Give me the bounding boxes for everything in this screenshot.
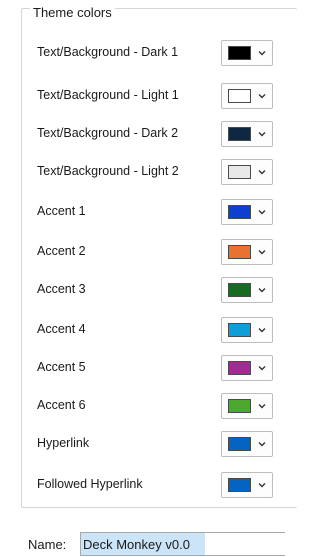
color-swatch xyxy=(228,399,251,413)
chevron-down-icon xyxy=(258,210,266,215)
theme-color-row: Text/Background - Light 1 xyxy=(37,83,287,109)
theme-color-row: Accent 6 xyxy=(37,393,287,419)
theme-color-label: Text/Background - Dark 2 xyxy=(37,126,179,140)
color-swatch xyxy=(228,205,251,219)
color-swatch xyxy=(228,437,251,451)
chevron-down-icon xyxy=(258,366,266,371)
chevron-down-icon xyxy=(258,51,266,56)
theme-color-row: Accent 2 xyxy=(37,239,287,265)
color-swatch xyxy=(228,323,251,337)
color-swatch xyxy=(228,283,251,297)
theme-color-row: Text/Background - Light 2 xyxy=(37,159,287,185)
theme-color-label: Text/Background - Dark 1 xyxy=(37,45,179,59)
chevron-down-icon xyxy=(258,132,266,137)
theme-color-label: Accent 4 xyxy=(37,322,86,336)
color-picker-button[interactable] xyxy=(221,393,273,419)
chevron-down-icon xyxy=(258,170,266,175)
theme-color-row: Text/Background - Dark 1 xyxy=(37,40,287,66)
color-picker-button[interactable] xyxy=(221,121,273,147)
chevron-down-icon xyxy=(258,404,266,409)
color-swatch xyxy=(228,165,251,179)
color-picker-button[interactable] xyxy=(221,40,273,66)
color-picker-button[interactable] xyxy=(221,159,273,185)
color-swatch xyxy=(228,478,251,492)
theme-name-input[interactable] xyxy=(80,532,285,556)
color-swatch xyxy=(228,89,251,103)
chevron-down-icon xyxy=(258,483,266,488)
name-label: Name: xyxy=(28,537,67,552)
color-picker-button[interactable] xyxy=(221,199,273,225)
theme-color-label: Accent 6 xyxy=(37,398,86,412)
color-swatch xyxy=(228,127,251,141)
theme-color-row: Text/Background - Dark 2 xyxy=(37,121,287,147)
color-picker-button[interactable] xyxy=(221,239,273,265)
color-swatch xyxy=(228,245,251,259)
name-row: Name: xyxy=(28,532,285,556)
theme-color-label: Accent 2 xyxy=(37,244,86,258)
theme-color-label: Hyperlink xyxy=(37,436,90,450)
chevron-down-icon xyxy=(258,442,266,447)
theme-color-label: Followed Hyperlink xyxy=(37,477,143,491)
theme-color-row: Hyperlink xyxy=(37,431,287,457)
theme-colors-legend: Theme colors xyxy=(30,5,115,20)
theme-color-label: Accent 1 xyxy=(37,204,86,218)
color-picker-button[interactable] xyxy=(221,277,273,303)
color-swatch xyxy=(228,361,251,375)
color-swatch xyxy=(228,46,251,60)
chevron-down-icon xyxy=(258,328,266,333)
theme-color-row: Accent 1 xyxy=(37,199,287,225)
chevron-down-icon xyxy=(258,250,266,255)
chevron-down-icon xyxy=(258,94,266,99)
theme-color-row: Accent 4 xyxy=(37,317,287,343)
color-picker-button[interactable] xyxy=(221,472,273,498)
theme-color-label: Accent 5 xyxy=(37,360,86,374)
theme-color-label: Accent 3 xyxy=(37,282,86,296)
color-picker-button[interactable] xyxy=(221,83,273,109)
theme-color-row: Followed Hyperlink xyxy=(37,472,287,498)
chevron-down-icon xyxy=(258,288,266,293)
theme-color-row: Accent 5 xyxy=(37,355,287,381)
theme-color-label: Text/Background - Light 2 xyxy=(37,164,179,178)
color-picker-button[interactable] xyxy=(221,355,273,381)
theme-color-label: Text/Background - Light 1 xyxy=(37,88,179,102)
color-picker-button[interactable] xyxy=(221,431,273,457)
color-picker-button[interactable] xyxy=(221,317,273,343)
theme-color-row: Accent 3 xyxy=(37,277,287,303)
